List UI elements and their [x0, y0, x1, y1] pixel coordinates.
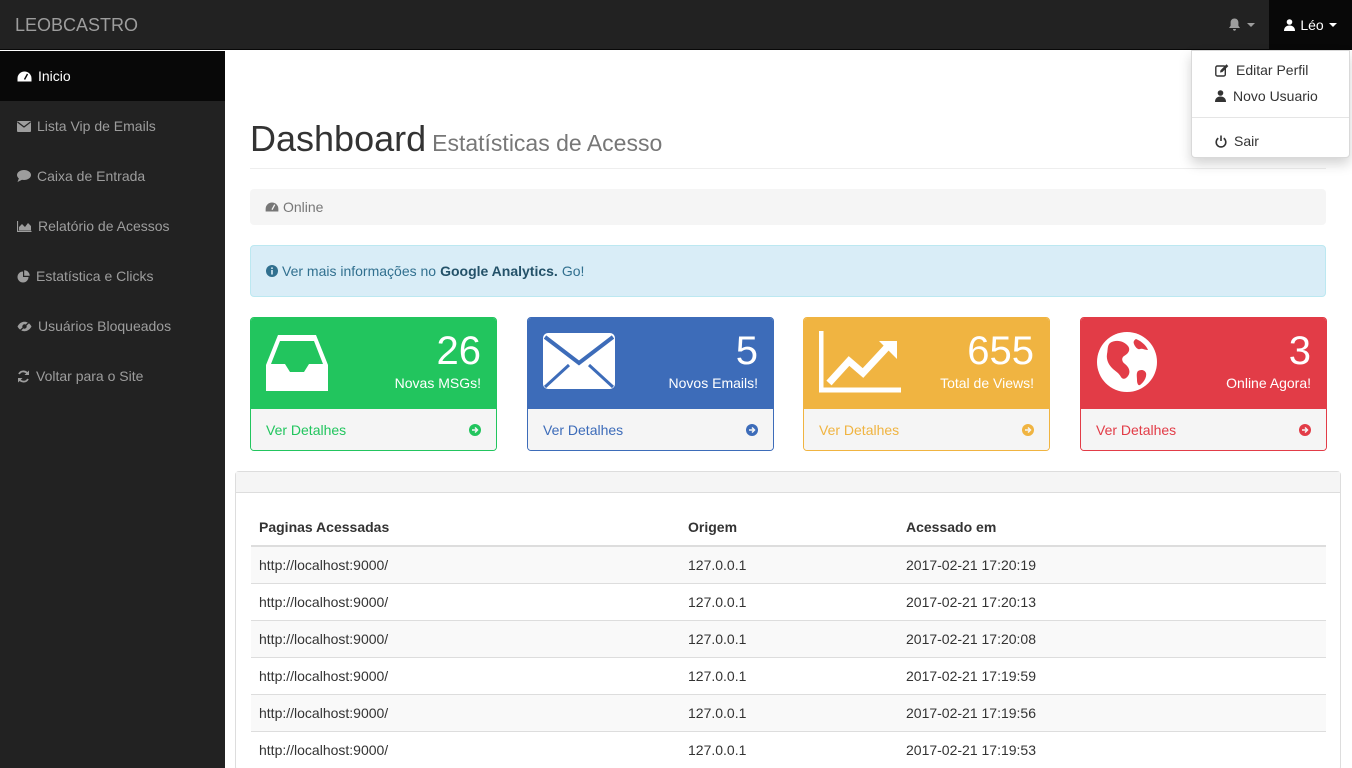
column-header: Origem: [680, 508, 898, 547]
line-chart-icon: [819, 331, 901, 393]
access-table: Paginas Acessadas Origem Acessado em htt…: [251, 508, 1326, 768]
details-link[interactable]: Ver Detalhes: [804, 409, 1049, 450]
panel-online-now: 3 Online Agora! Ver Detalhes: [1080, 317, 1327, 451]
table-row: http://localhost:9000/ 127.0.0.1 2017-02…: [251, 582, 1326, 620]
page-subtitle: Estatísticas de Acesso: [432, 130, 663, 156]
envelope-icon: [17, 120, 31, 132]
cell-page: http://localhost:9000/: [251, 656, 680, 694]
panel-new-messages: 26 Novas MSGs! Ver Detalhes: [250, 317, 497, 451]
sidebar-item-lista-vip[interactable]: Lista Vip de Emails: [0, 101, 225, 151]
cell-accessed-at: 2017-02-21 17:19:59: [898, 656, 1326, 694]
arrow-circle-right-icon: [1022, 424, 1034, 436]
sidebar-item-relatorio[interactable]: Relatório de Acessos: [0, 201, 225, 251]
cell-page: http://localhost:9000/: [251, 582, 680, 620]
table-row: http://localhost:9000/ 127.0.0.1 2017-02…: [251, 619, 1326, 657]
breadcrumb: Online: [250, 189, 1326, 225]
globe-icon: [1097, 332, 1157, 392]
alert-strong: Google Analytics.: [440, 263, 558, 279]
cell-origin: 127.0.0.1: [680, 619, 898, 657]
table-header-row: Paginas Acessadas Origem Acessado em: [251, 508, 1326, 547]
page-title: Dashboard Estatísticas de Acesso: [250, 118, 663, 159]
title-divider: [250, 168, 1326, 169]
cell-origin: 127.0.0.1: [680, 545, 898, 583]
sidebar-item-caixa-entrada[interactable]: Caixa de Entrada: [0, 151, 225, 201]
user-icon: [1284, 19, 1296, 31]
panel-total-views: 655 Total de Views! Ver Detalhes: [803, 317, 1050, 451]
cell-page: http://localhost:9000/: [251, 730, 680, 768]
arrow-circle-right-icon: [469, 424, 481, 436]
breadcrumb-label: Online: [283, 199, 324, 215]
panel-new-emails: 5 Novos Emails! Ver Detalhes: [527, 317, 774, 451]
dashboard-icon: [17, 71, 32, 81]
menu-item-edit-profile[interactable]: Editar Perfil: [1192, 57, 1349, 83]
sidebar-item-estatistica[interactable]: Estatística e Clicks: [0, 251, 225, 301]
edit-icon: [1215, 63, 1229, 77]
sidebar: Inicio Lista Vip de Emails Caixa de Entr…: [0, 51, 225, 768]
user-icon: [1215, 90, 1226, 102]
cell-accessed-at: 2017-02-21 17:19:53: [898, 730, 1326, 768]
column-header: Acessado em: [898, 508, 1326, 547]
inbox-icon: [266, 335, 328, 391]
table-row: http://localhost:9000/ 127.0.0.1 2017-02…: [251, 545, 1326, 583]
brand-logo[interactable]: LEOBCASTRO: [15, 0, 138, 50]
cell-page: http://localhost:9000/: [251, 619, 680, 657]
user-menu-toggle[interactable]: Léo: [1269, 0, 1352, 50]
table-panel-heading: [236, 472, 1340, 493]
menu-item-new-user[interactable]: Novo Usuario: [1192, 83, 1349, 109]
cell-origin: 127.0.0.1: [680, 582, 898, 620]
cell-origin: 127.0.0.1: [680, 656, 898, 694]
cell-accessed-at: 2017-02-21 17:20:13: [898, 582, 1326, 620]
arrow-circle-right-icon: [1299, 424, 1311, 436]
cell-origin: 127.0.0.1: [680, 693, 898, 731]
table-row: http://localhost:9000/ 127.0.0.1 2017-02…: [251, 693, 1326, 731]
sidebar-item-voltar-site[interactable]: Voltar para o Site: [0, 351, 225, 401]
table-row: http://localhost:9000/ 127.0.0.1 2017-02…: [251, 656, 1326, 694]
top-navbar: LEOBCASTRO Léo: [0, 0, 1352, 50]
comment-icon: [17, 170, 31, 182]
cell-page: http://localhost:9000/: [251, 545, 680, 583]
sidebar-item-inicio[interactable]: Inicio: [0, 51, 225, 101]
chevron-down-icon: [1246, 23, 1255, 27]
column-header: Paginas Acessadas: [251, 508, 680, 547]
cell-page: http://localhost:9000/: [251, 693, 680, 731]
cell-accessed-at: 2017-02-21 17:19:56: [898, 693, 1326, 731]
chevron-down-icon: [1328, 23, 1337, 27]
refresh-icon: [18, 370, 29, 382]
arrow-circle-right-icon: [746, 424, 758, 436]
info-circle-icon: [266, 265, 278, 277]
details-link[interactable]: Ver Detalhes: [1081, 409, 1326, 450]
dashboard-icon: [265, 202, 279, 212]
sidebar-item-bloqueados[interactable]: Usuários Bloqueados: [0, 301, 225, 351]
details-link[interactable]: Ver Detalhes: [528, 409, 773, 450]
menu-divider: [1192, 117, 1349, 118]
pie-chart-icon: [17, 269, 30, 282]
bell-icon: [1228, 18, 1240, 31]
user-dropdown-menu: Editar Perfil Novo Usuario Sair: [1191, 50, 1350, 158]
cell-accessed-at: 2017-02-21 17:20:19: [898, 545, 1326, 583]
user-name: Léo: [1300, 17, 1324, 33]
power-icon: [1215, 135, 1227, 148]
envelope-icon: [543, 333, 615, 389]
notifications-toggle[interactable]: [1215, 0, 1267, 50]
eye-slash-icon: [17, 320, 32, 332]
alert-link[interactable]: Go!: [562, 263, 585, 279]
cell-accessed-at: 2017-02-21 17:20:08: [898, 619, 1326, 657]
alert-text: Ver mais informações no: [282, 263, 437, 279]
table-row: http://localhost:9000/ 127.0.0.1 2017-02…: [251, 730, 1326, 768]
cell-origin: 127.0.0.1: [680, 730, 898, 768]
info-alert: Ver mais informações no Google Analytics…: [250, 245, 1326, 297]
details-link[interactable]: Ver Detalhes: [251, 409, 496, 450]
area-chart-icon: [17, 220, 32, 232]
menu-item-logout[interactable]: Sair: [1192, 128, 1349, 154]
access-table-panel: Paginas Acessadas Origem Acessado em htt…: [235, 471, 1341, 768]
